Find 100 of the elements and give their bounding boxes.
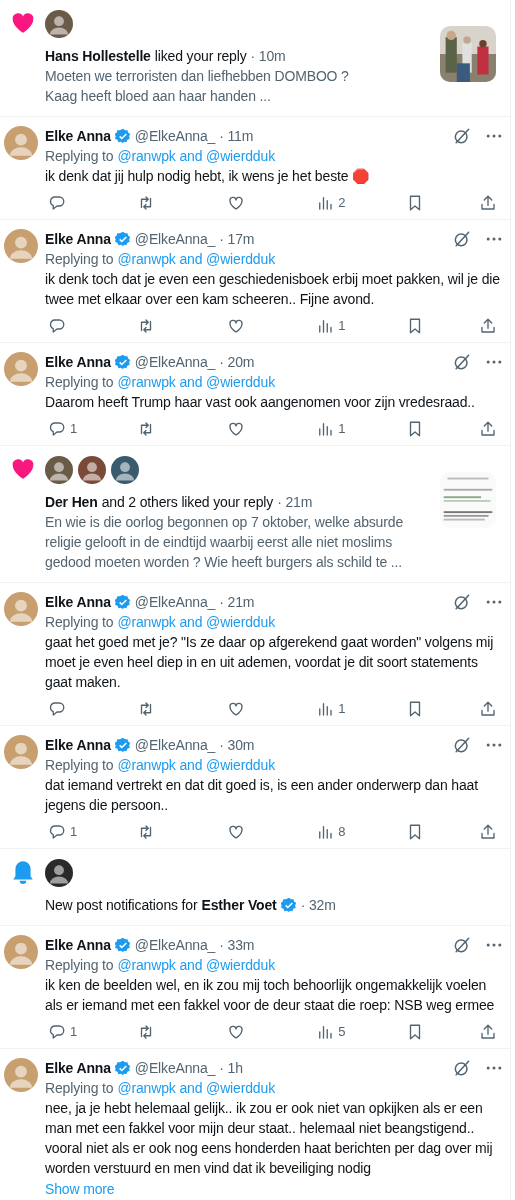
author-name: Elke Anna <box>45 1059 111 1078</box>
mention-link[interactable]: @ranwpk and @wierdduk <box>117 614 275 630</box>
mention-link[interactable]: @ranwpk and @wierdduk <box>117 757 275 773</box>
views-icon <box>316 1023 335 1041</box>
notification-text: New post notifications for <box>45 896 198 915</box>
views-button[interactable]: 1 <box>313 313 354 339</box>
replying-label: Replying to <box>45 251 114 267</box>
author-name: Elke Anna <box>45 127 111 146</box>
user-name: Der Hen <box>45 493 98 512</box>
author-name: Elke Anna <box>45 353 111 372</box>
like-icon <box>226 420 245 438</box>
replying-label: Replying to <box>45 614 114 630</box>
reply-text: nee, ja je hebt helemaal gelijk.. ik zou er ook niet van opkijken als er een man met een fakkel voor mijn deur staat.. helemaal niet beangstigend.. vooral niet als er ook nog eens honderden haat berichten per dag over mij worden verstuurd en men vind dat ik beveiliging nodig <box>45 1099 494 1178</box>
timestamp: · 11m <box>219 127 254 146</box>
avatar <box>45 456 73 484</box>
notification-text: and 2 others liked your reply <box>101 493 274 512</box>
views-icon <box>316 420 335 438</box>
views-button[interactable]: 5 <box>313 1019 354 1045</box>
user-name: Hans Hollestelle <box>45 47 151 66</box>
views-button[interactable]: 1 <box>313 416 354 442</box>
avatar <box>4 126 38 160</box>
avatar <box>111 456 139 484</box>
timestamp: · 10m <box>250 47 286 66</box>
post-excerpt: En wie is die oorlog begonnen op 7 oktober, welke absurde religie gelooft in de eindtijd waarbij eerst alle niet moslims gedood moeten worden ? Wie heeft burgers als schild te ... <box>45 513 405 572</box>
reply-text: ik denk toch dat je even een geschiedenisboek erbij moet pakken, wil je die twee met elkaar over een kam scheeren.. Fijne avond. <box>45 270 501 309</box>
avatar <box>45 859 73 887</box>
share-icon <box>478 823 497 841</box>
reply-button[interactable]: 1 <box>45 416 85 442</box>
timestamp: · 21m <box>219 593 255 612</box>
author-handle: @ElkeAnna_ <box>134 736 216 755</box>
timestamp: · 30m <box>219 736 255 755</box>
views-button[interactable]: 2 <box>313 190 354 216</box>
user-name: Esther Voet <box>201 896 277 915</box>
like-icon <box>226 1023 245 1041</box>
bell-icon <box>10 859 36 885</box>
share-icon <box>478 194 497 212</box>
notification-text: liked your reply <box>154 47 247 66</box>
timestamp: · 33m <box>219 936 255 955</box>
timestamp: · 32m <box>300 896 336 915</box>
reply-text: dat iemand vertrekt en dat dit goed is, is een ander onderwerp dan haat jegens die persoon.. <box>45 776 479 815</box>
mention-link[interactable]: @ranwpk and @wierdduk <box>117 1080 275 1096</box>
avatar <box>45 10 73 38</box>
views-icon <box>316 317 335 335</box>
author-name: Elke Anna <box>45 936 111 955</box>
timestamp: · 1h <box>219 1059 243 1078</box>
author-name: Elke Anna <box>45 593 111 612</box>
views-button[interactable]: 8 <box>313 819 354 845</box>
replying-label: Replying to <box>45 957 114 973</box>
author-name: Elke Anna <box>45 230 111 249</box>
reply-text: gaat het goed met je? "Is ze daar op afgerekend gaat worden" volgens mij moet je even heel diep in en uit ademen, voordat je dit soort statements gaat maken. <box>45 633 495 692</box>
author-handle: @ElkeAnna_ <box>134 936 216 955</box>
share-icon <box>478 317 497 335</box>
share-icon <box>478 420 497 438</box>
avatar <box>4 935 38 969</box>
mention-link[interactable]: @ranwpk and @wierdduk <box>117 251 275 267</box>
show-more-link[interactable]: Show more <box>45 1179 115 1199</box>
avatar <box>4 1058 38 1092</box>
author-handle: @ElkeAnna_ <box>134 353 216 372</box>
like-icon <box>226 823 245 841</box>
reply-text: ik ken de beelden wel, en ik zou mij toch behoorlijk ongemakkelijk voelen als er iemand met een fakkel voor de deur staat die roep: NSB weg ermee <box>45 976 496 1015</box>
replying-label: Replying to <box>45 374 114 390</box>
reply-button[interactable]: 1 <box>45 1019 85 1045</box>
timestamp: · 21m <box>277 493 313 512</box>
replying-label: Replying to <box>45 757 114 773</box>
reply-icon <box>48 1023 66 1041</box>
post-excerpt: Moeten we terroristen dan liefhebben DOMBOO ? Kaag heeft bloed aan haar handen ... <box>45 67 350 106</box>
author-name: Elke Anna <box>45 736 111 755</box>
reply-icon <box>48 823 66 841</box>
avatar <box>4 229 38 263</box>
reply-text: Daarom heeft Trump haar vast ook aangenomen voor zijn vredesraad.. <box>45 393 476 412</box>
replying-label: Replying to <box>45 148 114 164</box>
share-icon <box>478 700 497 718</box>
mention-link[interactable]: @ranwpk and @wierdduk <box>117 957 275 973</box>
like-icon <box>226 194 245 212</box>
reply-icon <box>48 194 66 212</box>
reply-icon <box>48 420 66 438</box>
mention-link[interactable]: @ranwpk and @wierdduk <box>117 374 275 390</box>
timestamp: · 17m <box>219 230 255 249</box>
like-icon <box>226 317 245 335</box>
avatar <box>78 456 106 484</box>
reply-icon <box>48 317 66 335</box>
mention-link[interactable]: @ranwpk and @wierdduk <box>117 148 275 164</box>
author-handle: @ElkeAnna_ <box>134 593 216 612</box>
reply-icon <box>48 700 66 718</box>
author-handle: @ElkeAnna_ <box>134 230 216 249</box>
author-handle: @ElkeAnna_ <box>134 127 216 146</box>
author-handle: @ElkeAnna_ <box>134 1059 216 1078</box>
views-button[interactable]: 1 <box>313 696 354 722</box>
views-icon <box>316 823 335 841</box>
reply-button[interactable]: 1 <box>45 819 85 845</box>
views-icon <box>316 700 335 718</box>
replying-label: Replying to <box>45 1080 114 1096</box>
avatar <box>4 592 38 626</box>
share-icon <box>478 1023 497 1041</box>
reply-text: ik denk dat jij hulp nodig hebt, ik wens je het beste 🛑 <box>45 167 370 186</box>
views-icon <box>316 194 335 212</box>
avatar <box>4 735 38 769</box>
timestamp: · 20m <box>219 353 255 372</box>
avatar <box>4 352 38 386</box>
like-icon <box>226 700 245 718</box>
